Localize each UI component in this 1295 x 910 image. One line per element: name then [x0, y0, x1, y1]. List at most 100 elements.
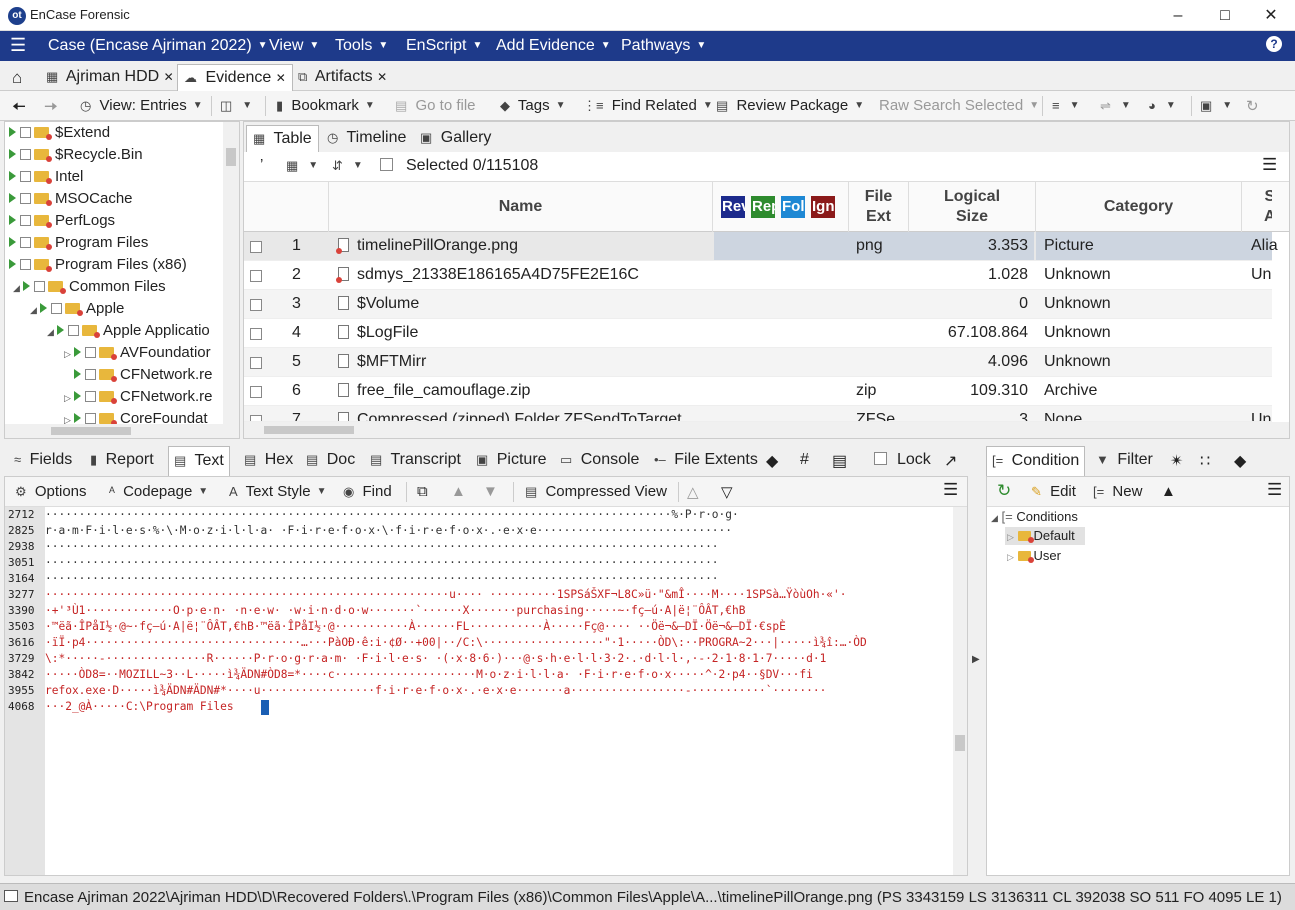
tree-item[interactable]: ◢ Common Files — [13, 276, 166, 298]
tab-timeline[interactable]: ◷ Timeline — [321, 125, 412, 152]
tab-doc[interactable]: ▤ Doc — [306, 451, 355, 469]
view-entries-button[interactable]: ◷ View: Entries ▼ — [80, 97, 203, 114]
tab-ajriman-hdd[interactable]: ▦ Ajriman HDD ✕ — [40, 64, 180, 91]
filter-tag-icon[interactable]: ◆ — [766, 451, 778, 471]
table-row[interactable]: 7 Compressed (zipped) Folder.ZFSendToTar… — [244, 406, 1272, 422]
tag-report[interactable]: Rep — [751, 196, 775, 218]
table-row[interactable]: 1 timelinePillOrange.png png 3.353 Pictu… — [244, 232, 1278, 261]
tag-review[interactable]: Rev — [721, 196, 745, 218]
tab-fields[interactable]: ≈ Fields — [14, 451, 72, 469]
share-button[interactable]: ⇌ ▼ — [1100, 97, 1131, 114]
table-row[interactable]: 6 free_file_camouflage.zip zip 109.310 A… — [244, 377, 1272, 406]
condition-menu-icon[interactable]: ☰ — [1267, 480, 1282, 500]
tag-ignore[interactable]: Ign — [811, 196, 835, 218]
up-icon[interactable]: ▲ — [451, 483, 466, 500]
forward-arrow-icon[interactable]: 🠆 — [44, 94, 58, 123]
refresh-icon[interactable]: ↻ — [997, 481, 1011, 501]
gauge-button[interactable]: ◕ ▼ — [1148, 97, 1176, 114]
header-name[interactable]: Name — [329, 182, 713, 232]
header-logical-size[interactable]: Logical Size — [909, 182, 1036, 232]
tree-item[interactable]: Program Files (x86) — [9, 254, 187, 276]
help-icon[interactable]: ? — [1266, 36, 1282, 52]
menu-add-evidence[interactable]: Add Evidence ▼ — [496, 37, 611, 55]
conditions-root[interactable]: ◢ [= Conditions — [991, 509, 1078, 524]
tree-vertical-scrollbar[interactable] — [223, 122, 239, 424]
tree-item[interactable]: $Extend — [9, 122, 110, 144]
tab-transcript[interactable]: ▤ Transcript — [370, 451, 461, 469]
header-next-column[interactable]: S A — [1242, 182, 1272, 232]
layout-button[interactable]: ◫ ▼ — [220, 97, 252, 114]
tree-item[interactable]: PerfLogs — [9, 210, 115, 232]
options-button[interactable]: ⚙ Options — [15, 483, 87, 500]
tree-item[interactable]: ▷ CFNetwork.re — [64, 386, 213, 408]
menu-tools[interactable]: Tools ▼ — [335, 37, 388, 55]
grid-dots-icon[interactable]: ∷ — [1200, 451, 1210, 471]
menu-pathways[interactable]: Pathways ▼ — [621, 37, 706, 55]
compressed-view-button[interactable]: ▤ Compressed View — [525, 483, 667, 500]
tab-artifacts[interactable]: ⧉ Artifacts ✕ — [292, 64, 393, 91]
edit-button[interactable]: ✎ Edit — [1031, 483, 1076, 500]
tree-item[interactable]: Intel — [9, 166, 83, 188]
raw-search-selected-button[interactable]: Raw Search Selected ▼ — [879, 97, 1039, 114]
close-button[interactable]: ✕ — [1248, 3, 1294, 28]
columns-button[interactable]: ▦ ▼ — [286, 157, 318, 174]
prev-hit-icon[interactable]: △ — [687, 483, 699, 501]
review-package-button[interactable]: ▤ Review Package ▼ — [716, 97, 864, 114]
condition-user[interactable]: ▷ User — [1007, 548, 1061, 563]
refresh-icon[interactable]: ↻ — [1246, 97, 1259, 115]
tab-picture[interactable]: ▣ Picture — [476, 451, 547, 469]
tree-item[interactable]: $Recycle.Bin — [9, 144, 143, 166]
down-icon[interactable]: ▼ — [483, 483, 498, 500]
text-vertical-scrollbar[interactable] — [953, 507, 967, 875]
menu-case[interactable]: Case (Encase Ajriman 2022) ▼ — [48, 37, 268, 55]
text-content[interactable]: 2712 ···································… — [5, 507, 953, 875]
tree-item[interactable]: ▷ AVFoundatior — [64, 342, 211, 364]
popout-icon[interactable]: ↗ — [944, 451, 957, 471]
tab-gallery[interactable]: ▣ Gallery — [414, 125, 497, 152]
tab-evidence[interactable]: ☁ Evidence ✕ — [177, 64, 293, 91]
pointer-icon[interactable]: ✴ — [1170, 451, 1183, 471]
header-category[interactable]: Category — [1036, 182, 1242, 232]
bookmark-button[interactable]: ▮ Bookmark ▼ — [276, 97, 375, 114]
tab-console[interactable]: ▭ Console — [560, 451, 639, 469]
table-row[interactable]: 4 $LogFile 67.108.864 Unknown — [244, 319, 1272, 348]
tags-button[interactable]: ◆ Tags ▼ — [500, 97, 566, 114]
tag-follow-up[interactable]: Fol — [781, 196, 805, 218]
back-arrow-icon[interactable]: 🠄 — [12, 94, 26, 123]
tree-horizontal-scrollbar[interactable] — [5, 424, 239, 438]
tree-item[interactable]: ◢ Apple Applicatio — [47, 320, 210, 342]
tree-item[interactable]: MSOCache — [9, 188, 133, 210]
condition-default[interactable]: ▷ Default — [1007, 528, 1075, 543]
doc-list-icon[interactable]: ▤ — [832, 451, 847, 471]
lock-toggle[interactable]: Lock — [874, 451, 931, 469]
table-menu-icon[interactable]: ☰ — [1262, 155, 1277, 175]
tab-filter[interactable]: ▼ Filter — [1096, 451, 1153, 469]
tab-condition[interactable]: [= Condition — [986, 446, 1086, 476]
hamburger-menu-icon[interactable]: ☰ — [10, 35, 26, 56]
tree-item[interactable]: Program Files — [9, 232, 148, 254]
tab-table[interactable]: ▦ Table — [246, 125, 319, 152]
menu-enscript[interactable]: EnScript ▼ — [406, 37, 482, 55]
tag-icon[interactable]: ◆ — [1234, 451, 1246, 471]
quote-icon[interactable]: ’ — [260, 156, 263, 173]
hash-icon[interactable]: # — [800, 451, 809, 469]
tree-item[interactable]: ◢ Apple — [30, 298, 124, 320]
folder-icon[interactable]: ▲ — [1161, 483, 1176, 500]
maximize-button[interactable]: □ — [1202, 3, 1248, 28]
next-hit-icon[interactable]: ▽ — [721, 483, 733, 501]
find-related-button[interactable]: ⋮≡ Find Related ▼ — [583, 97, 713, 114]
expand-panel-icon[interactable]: ▶ — [972, 654, 980, 665]
go-to-file-button[interactable]: ▤ Go to file — [395, 97, 476, 114]
select-all-checkbox[interactable] — [380, 157, 396, 174]
text-style-button[interactable]: A Text Style ▼ — [229, 483, 327, 500]
codepage-button[interactable]: ᴬ Codepage ▼ — [109, 483, 208, 500]
tree-item[interactable]: CFNetwork.re — [64, 364, 213, 386]
device-button[interactable]: ▣ ▼ — [1200, 97, 1232, 114]
home-icon[interactable]: ⌂ — [6, 64, 28, 91]
tab-report[interactable]: ▮ Report — [90, 451, 154, 469]
tab-hex[interactable]: ▤ Hex — [244, 451, 293, 469]
table-row[interactable]: 3 $Volume 0 Unknown — [244, 290, 1272, 319]
table-row[interactable]: 2 sdmys_21338E186165A4D75FE2E16C 1.028 U… — [244, 261, 1272, 290]
tab-text[interactable]: ▤ Text — [168, 446, 230, 476]
minimize-button[interactable]: – — [1155, 3, 1201, 28]
